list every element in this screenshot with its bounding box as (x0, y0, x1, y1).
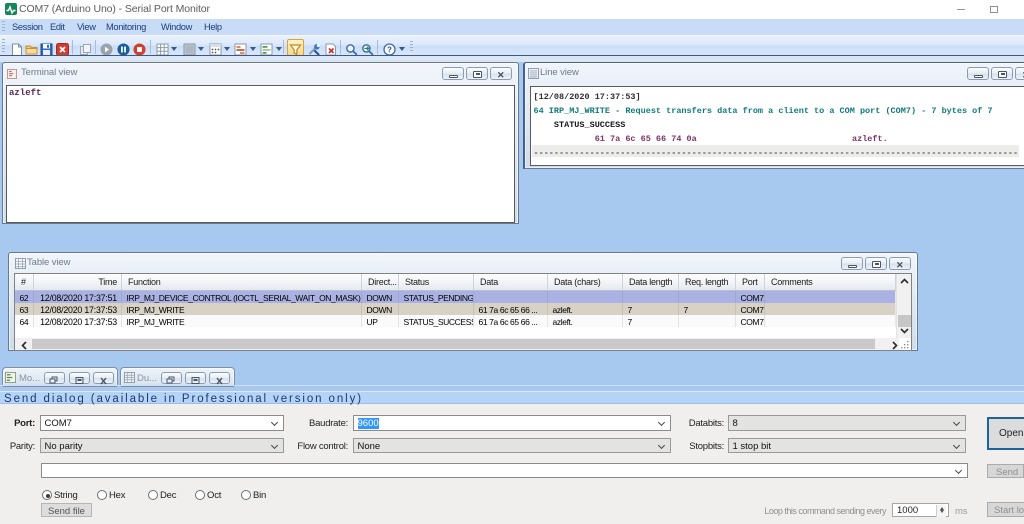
svg-text:?: ? (387, 45, 392, 54)
